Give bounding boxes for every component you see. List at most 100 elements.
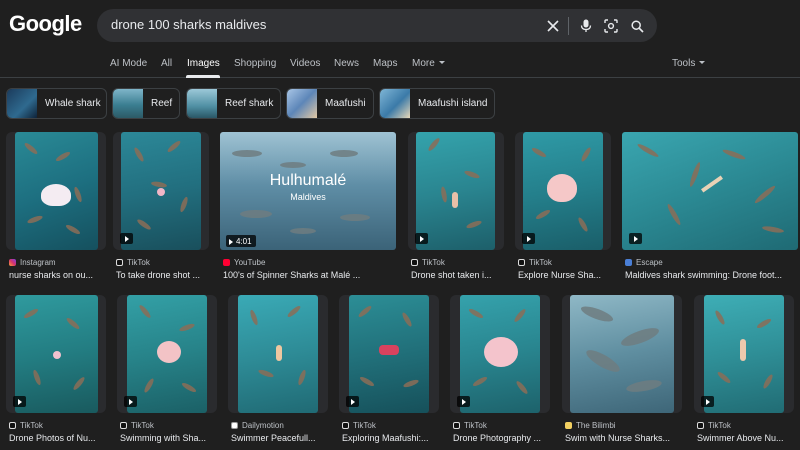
chevron-down-icon — [438, 61, 445, 64]
result-source: TikTok — [518, 258, 552, 267]
source-label: TikTok — [353, 421, 376, 430]
result-title[interactable]: Swimmer Above Nu... — [697, 433, 797, 443]
source-label: TikTok — [529, 258, 552, 267]
source-label: Instagram — [20, 258, 56, 267]
chip-whale-shark[interactable]: Whale shark — [6, 88, 107, 119]
result-title[interactable]: nurse sharks on ou... — [9, 270, 105, 280]
youtube-icon — [223, 259, 230, 266]
chip-thumbnail — [287, 89, 317, 118]
result-title[interactable]: To take drone shot ... — [116, 270, 209, 280]
header: Google drone 100 sharks maldives — [0, 0, 800, 50]
result-thumbnail[interactable] — [570, 295, 674, 413]
search-box[interactable]: drone 100 sharks maldives — [97, 9, 657, 42]
chip-label: Maafushi island — [418, 98, 488, 109]
tab-videos[interactable]: Videos — [290, 58, 320, 69]
result-title[interactable]: Drone Photography ... — [453, 433, 549, 443]
result-title[interactable]: Drone shot taken i... — [411, 270, 504, 280]
image-result[interactable]: TikTok Drone shot taken i... — [408, 132, 504, 282]
result-thumbnail[interactable] — [238, 295, 318, 413]
tab-all[interactable]: All — [161, 58, 172, 69]
chip-label: Whale shark — [45, 98, 101, 109]
image-result[interactable]: TikTok Explore Nurse Sha... — [515, 132, 611, 282]
result-title[interactable]: Drone Photos of Nu... — [9, 433, 105, 443]
search-input[interactable]: drone 100 sharks maldives — [111, 17, 266, 32]
search-icon[interactable] — [627, 16, 647, 36]
tab-shopping[interactable]: Shopping — [234, 58, 276, 69]
result-title[interactable]: Explore Nurse Sha... — [518, 270, 611, 280]
result-thumbnail[interactable] — [704, 295, 784, 413]
tiktok-icon — [9, 422, 16, 429]
lens-icon[interactable] — [601, 16, 621, 36]
result-source: TikTok — [453, 421, 487, 430]
result-source: YouTube — [223, 258, 265, 267]
chip-reef-shark[interactable]: Reef shark — [186, 88, 281, 119]
image-result[interactable]: TikTok Swimming with Sha... — [117, 295, 217, 445]
result-title[interactable]: 100's of Spinner Sharks at Malé ... — [223, 270, 398, 280]
chip-maafushi-island[interactable]: Maafushi island — [379, 88, 495, 119]
source-label: Escape — [636, 258, 663, 267]
result-title[interactable]: Exploring Maafushi:... — [342, 433, 438, 443]
image-result[interactable]: TikTok Swimmer Above Nu... — [694, 295, 794, 445]
source-label: YouTube — [234, 258, 266, 267]
result-thumbnail[interactable] — [15, 132, 98, 250]
play-icon — [457, 396, 470, 407]
video-duration: 4:01 — [226, 235, 256, 247]
image-result[interactable]: Dailymotion Swimmer Peacefull... — [228, 295, 328, 445]
tiktok-icon — [453, 422, 460, 429]
result-source: TikTok — [342, 421, 376, 430]
microphone-icon[interactable] — [576, 16, 596, 36]
google-logo[interactable]: Google — [9, 11, 82, 37]
result-title[interactable]: Swimming with Sha... — [120, 433, 216, 443]
image-result[interactable]: TikTok Exploring Maafushi:... — [339, 295, 439, 445]
chip-maafushi[interactable]: Maafushi — [286, 88, 374, 119]
play-icon — [629, 233, 642, 244]
clear-icon[interactable] — [543, 16, 563, 36]
tools-button[interactable]: Tools — [672, 58, 706, 69]
instagram-icon — [9, 259, 16, 266]
result-title[interactable]: Swimmer Peacefull... — [231, 433, 327, 443]
play-icon — [346, 396, 359, 407]
tab-images[interactable]: Images — [187, 58, 220, 69]
result-thumbnail[interactable]: Hulhumalé Maldives — [220, 132, 396, 250]
image-result[interactable]: Escape Maldives shark swimming: Drone fo… — [622, 132, 798, 282]
tab-ai-mode[interactable]: AI Mode — [110, 58, 147, 69]
result-source: TikTok — [697, 421, 731, 430]
source-label: TikTok — [422, 258, 445, 267]
result-thumbnail[interactable] — [416, 132, 495, 250]
tab-more[interactable]: More — [412, 58, 445, 69]
image-result[interactable]: Hulhumalé Maldives 4:01 YouTube 100's of… — [220, 132, 398, 282]
result-source: TikTok — [9, 421, 43, 430]
chip-thumbnail — [187, 89, 217, 118]
image-result[interactable]: TikTok To take drone shot ... — [113, 132, 209, 282]
image-result[interactable]: TikTok Drone Photography ... — [450, 295, 550, 445]
image-result[interactable]: TikTok Drone Photos of Nu... — [6, 295, 106, 445]
tiktok-icon — [697, 422, 704, 429]
result-thumbnail[interactable] — [460, 295, 540, 413]
tiktok-icon — [342, 422, 349, 429]
tools-label: Tools — [672, 58, 696, 69]
source-label: TikTok — [464, 421, 487, 430]
tab-news[interactable]: News — [334, 58, 359, 69]
tab-maps[interactable]: Maps — [373, 58, 397, 69]
result-title[interactable]: Swim with Nurse Sharks... — [565, 433, 682, 443]
source-label: TikTok — [20, 421, 43, 430]
chip-label: Reef — [151, 98, 173, 109]
result-thumbnail[interactable] — [523, 132, 603, 250]
result-thumbnail[interactable] — [15, 295, 98, 413]
result-thumbnail[interactable] — [121, 132, 201, 250]
play-icon — [13, 396, 26, 407]
source-label: The Bilimbi — [576, 421, 616, 430]
source-label: TikTok — [708, 421, 731, 430]
result-thumbnail[interactable] — [349, 295, 429, 413]
chip-label: Maafushi — [325, 98, 366, 109]
search-divider — [568, 17, 569, 35]
image-result[interactable]: Instagram nurse sharks on ou... — [6, 132, 106, 282]
result-thumbnail[interactable] — [622, 132, 798, 250]
source-label: Dailymotion — [242, 421, 284, 430]
chip-reef[interactable]: Reef — [112, 88, 180, 119]
chip-thumbnail — [113, 89, 143, 118]
result-title[interactable]: Maldives shark swimming: Drone foot... — [625, 270, 798, 280]
image-result[interactable]: The Bilimbi Swim with Nurse Sharks... — [562, 295, 682, 445]
result-source: TikTok — [116, 258, 150, 267]
result-thumbnail[interactable] — [127, 295, 207, 413]
